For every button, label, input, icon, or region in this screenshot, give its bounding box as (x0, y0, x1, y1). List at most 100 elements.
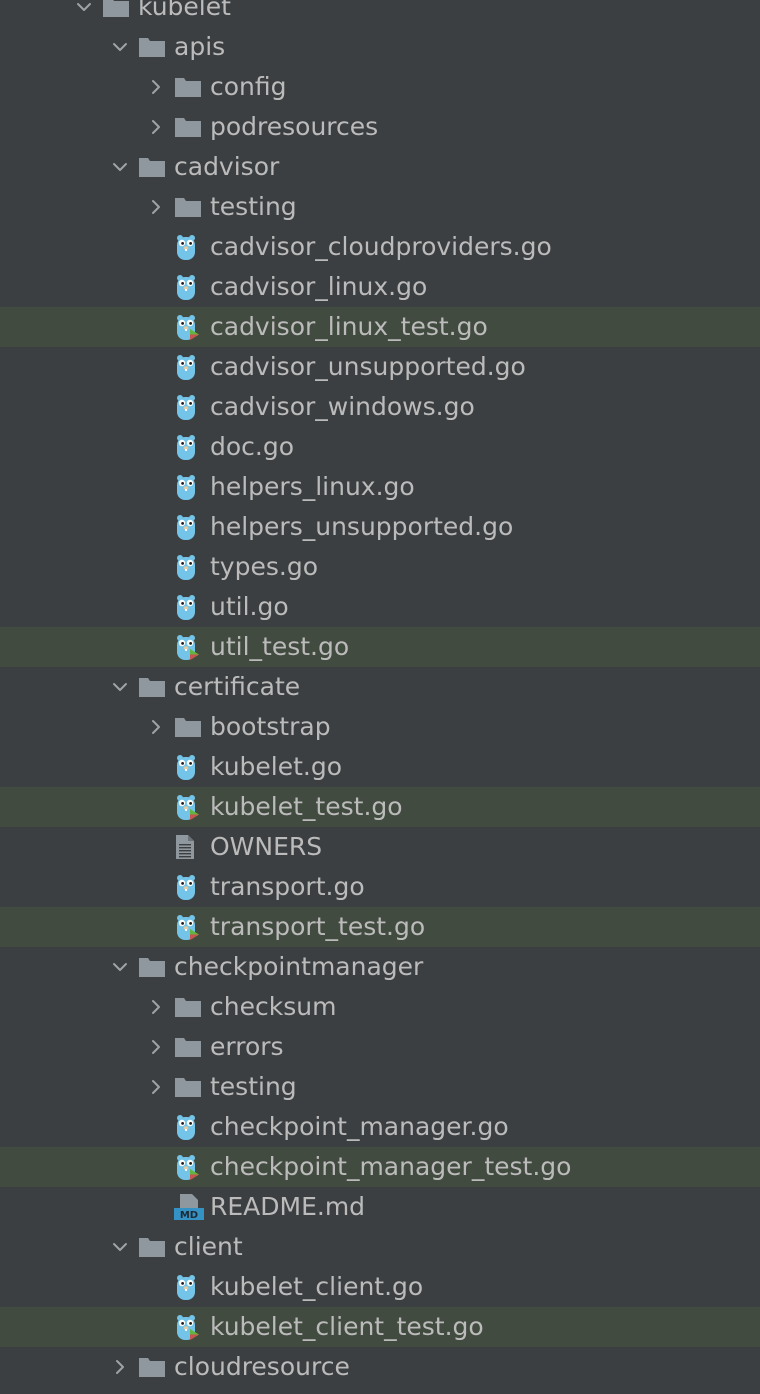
chevron-down-icon[interactable] (102, 947, 138, 987)
tree-file-types-go[interactable]: types.go (0, 547, 760, 587)
tree-folder-apis[interactable]: apis (0, 27, 760, 67)
tree-folder-podresources[interactable]: podresources (0, 107, 760, 147)
tree-folder-certificate[interactable]: certificate (0, 667, 760, 707)
chevron-right-icon[interactable] (138, 187, 174, 227)
tree-item-label: README.md (210, 1192, 366, 1221)
go-test-file-icon (174, 792, 204, 822)
tree-item-label: util.go (210, 592, 289, 621)
chevron-down-icon[interactable] (66, 0, 102, 27)
tree-folder-errors[interactable]: errors (0, 1027, 760, 1067)
chevron-right-icon[interactable] (102, 1347, 138, 1387)
folder-icon (138, 672, 168, 702)
tree-file-cadvisor-cloudproviders-go[interactable]: cadvisor_cloudproviders.go (0, 227, 760, 267)
folder-icon (138, 152, 168, 182)
tree-folder-cadvisor[interactable]: cadvisor (0, 147, 760, 187)
chevron-right-icon[interactable] (138, 1027, 174, 1067)
tree-file-doc-go[interactable]: doc.go (0, 427, 760, 467)
tree-item-label: kubelet_test.go (210, 792, 403, 821)
chevron-right-icon[interactable] (138, 1067, 174, 1107)
tree-file-transport-test-go[interactable]: transport_test.go (0, 907, 760, 947)
go-test-file-icon (174, 1152, 204, 1182)
go-file-icon (174, 232, 204, 262)
tree-item-label: util_test.go (210, 632, 350, 661)
go-file-icon (174, 392, 204, 422)
tree-file-cadvisor-linux-test-go[interactable]: cadvisor_linux_test.go (0, 307, 760, 347)
tree-file-helpers-unsupported-go[interactable]: helpers_unsupported.go (0, 507, 760, 547)
tree-item-label: apis (174, 32, 226, 61)
chevron-down-icon[interactable] (102, 147, 138, 187)
go-file-icon (174, 872, 204, 902)
tree-item-label: kubelet (138, 0, 231, 21)
go-file-icon (174, 552, 204, 582)
tree-item-label: cadvisor_linux.go (210, 272, 428, 301)
go-test-file-icon (174, 912, 204, 942)
tree-folder-checksum[interactable]: checksum (0, 987, 760, 1027)
tree-item-label: transport.go (210, 872, 365, 901)
tree-file-checkpoint-manager-go[interactable]: checkpoint_manager.go (0, 1107, 760, 1147)
tree-folder-testing[interactable]: testing (0, 187, 760, 227)
tree-file-checkpoint-manager-test-go[interactable]: checkpoint_manager_test.go (0, 1147, 760, 1187)
tree-file-readme-md[interactable]: MD README.md (0, 1187, 760, 1227)
tree-item-label: transport_test.go (210, 912, 426, 941)
tree-item-label: kubelet_client.go (210, 1272, 424, 1301)
chevron-right-icon[interactable] (138, 987, 174, 1027)
tree-item-label: cadvisor (174, 152, 280, 181)
folder-icon (138, 1352, 168, 1382)
tree-file-owners[interactable]: OWNERS (0, 827, 760, 867)
tree-item-label: doc.go (210, 432, 295, 461)
go-file-icon (174, 1112, 204, 1142)
tree-item-label: cadvisor_linux_test.go (210, 312, 488, 341)
tree-file-transport-go[interactable]: transport.go (0, 867, 760, 907)
tree-item-label: client (174, 1232, 243, 1261)
tree-file-helpers-linux-go[interactable]: helpers_linux.go (0, 467, 760, 507)
tree-folder-bootstrap[interactable]: bootstrap (0, 707, 760, 747)
go-file-icon (174, 592, 204, 622)
tree-folder-testing[interactable]: testing (0, 1067, 760, 1107)
tree-file-kubelet-client-go[interactable]: kubelet_client.go (0, 1267, 760, 1307)
chevron-down-icon[interactable] (102, 667, 138, 707)
tree-item-label: kubelet_client_test.go (210, 1312, 484, 1341)
tree-file-kubelet-test-go[interactable]: kubelet_test.go (0, 787, 760, 827)
chevron-right-icon[interactable] (138, 67, 174, 107)
tree-file-kubelet-go[interactable]: kubelet.go (0, 747, 760, 787)
chevron-down-icon[interactable] (102, 1227, 138, 1267)
tree-file-util-go[interactable]: util.go (0, 587, 760, 627)
tree-file-cadvisor-unsupported-go[interactable]: cadvisor_unsupported.go (0, 347, 760, 387)
folder-icon (102, 0, 132, 22)
tree-file-cadvisor-linux-go[interactable]: cadvisor_linux.go (0, 267, 760, 307)
tree-file-util-test-go[interactable]: util_test.go (0, 627, 760, 667)
folder-icon (138, 32, 168, 62)
tree-folder-kubelet[interactable]: kubelet (0, 0, 760, 27)
tree-item-label: cadvisor_windows.go (210, 392, 475, 421)
chevron-down-icon[interactable] (102, 27, 138, 67)
go-test-file-icon (174, 312, 204, 342)
folder-icon (174, 992, 204, 1022)
folder-icon (138, 952, 168, 982)
chevron-right-icon[interactable] (138, 107, 174, 147)
tree-file-cadvisor-windows-go[interactable]: cadvisor_windows.go (0, 387, 760, 427)
tree-folder-config[interactable]: config (0, 67, 760, 107)
tree-file-kubelet-client-test-go[interactable]: kubelet_client_test.go (0, 1307, 760, 1347)
tree-folder-cloudresource[interactable]: cloudresource (0, 1347, 760, 1387)
tree-item-label: checkpointmanager (174, 952, 424, 981)
tree-item-label: checkpoint_manager.go (210, 1112, 509, 1141)
tree-folder-checkpointmanager[interactable]: checkpointmanager (0, 947, 760, 987)
chevron-right-icon[interactable] (138, 707, 174, 747)
tree-folder-client[interactable]: client (0, 1227, 760, 1267)
